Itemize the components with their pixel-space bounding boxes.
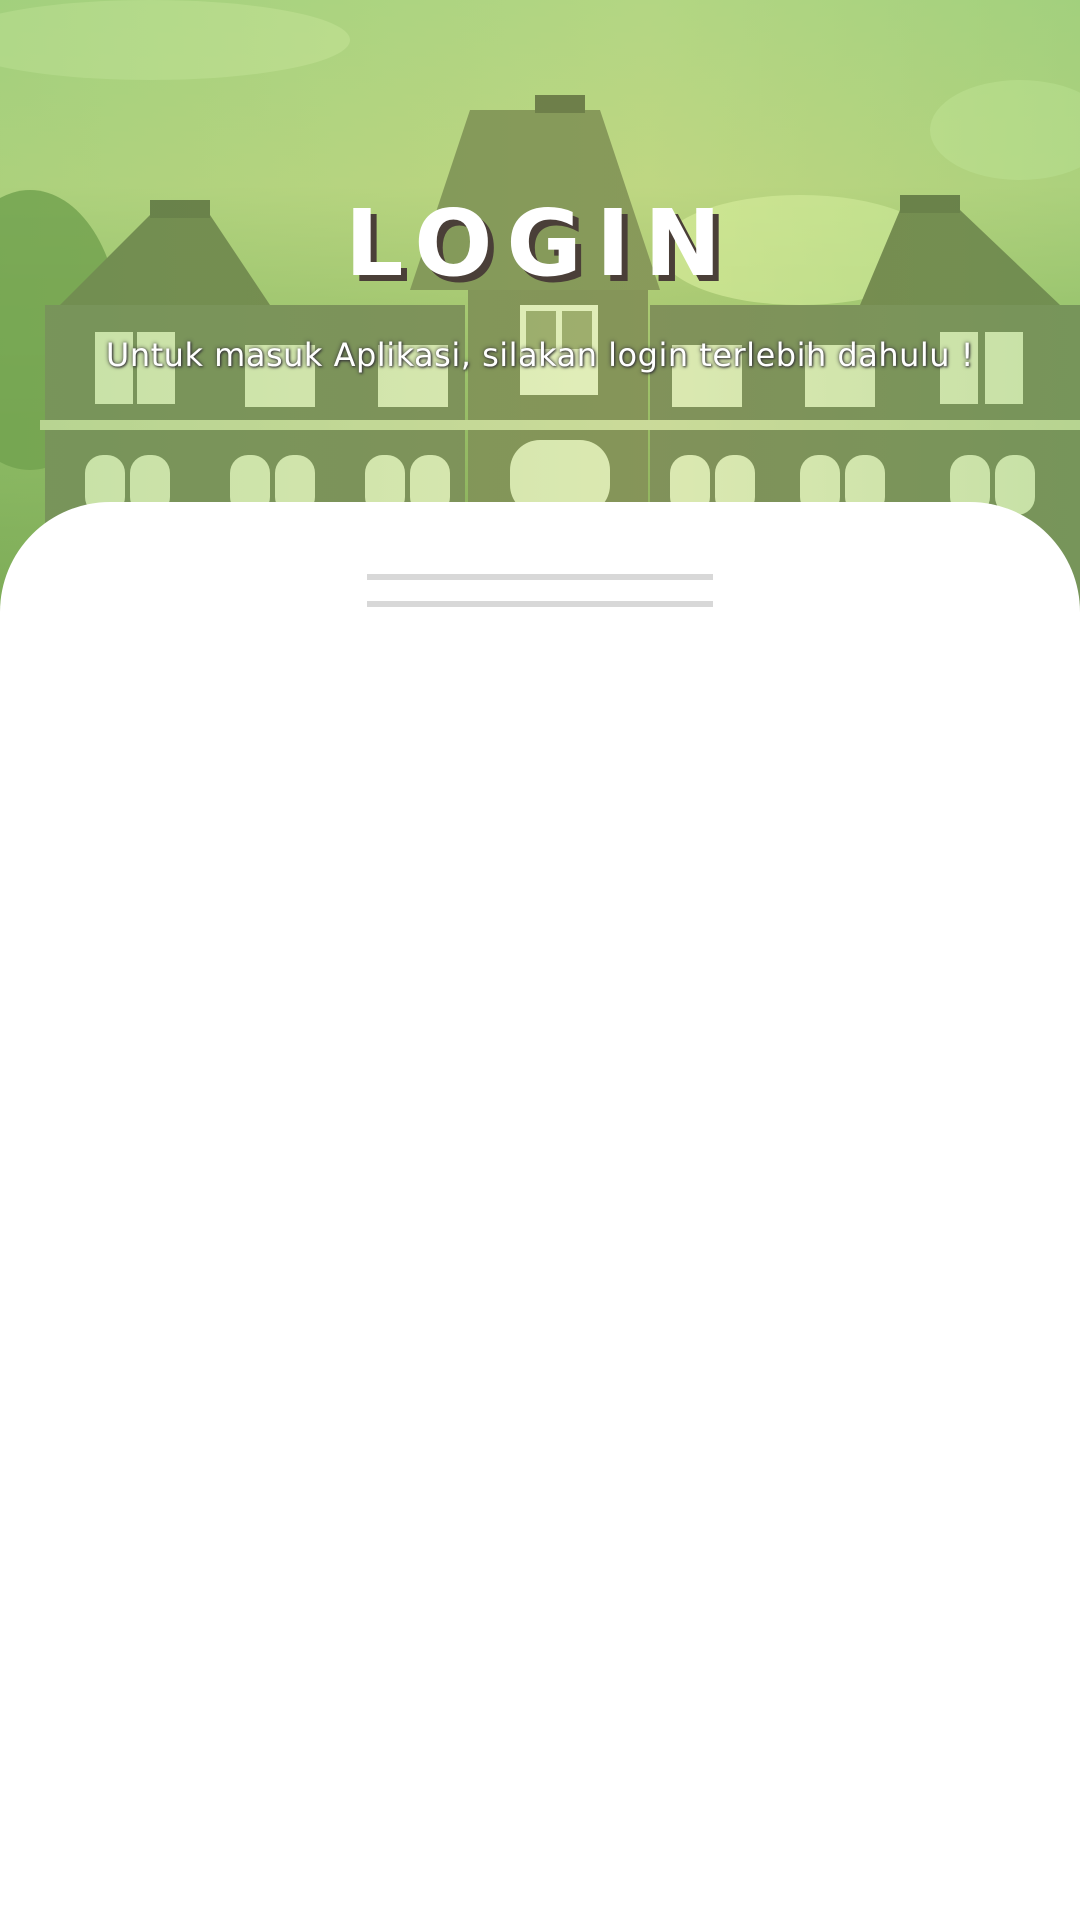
drag-handle-line: [367, 601, 713, 607]
page-subtitle: Untuk masuk Aplikasi, silakan login terl…: [105, 336, 975, 374]
drag-handle-line: [367, 574, 713, 580]
page-title: LOGIN: [344, 190, 736, 297]
login-sheet: [0, 502, 1080, 1920]
